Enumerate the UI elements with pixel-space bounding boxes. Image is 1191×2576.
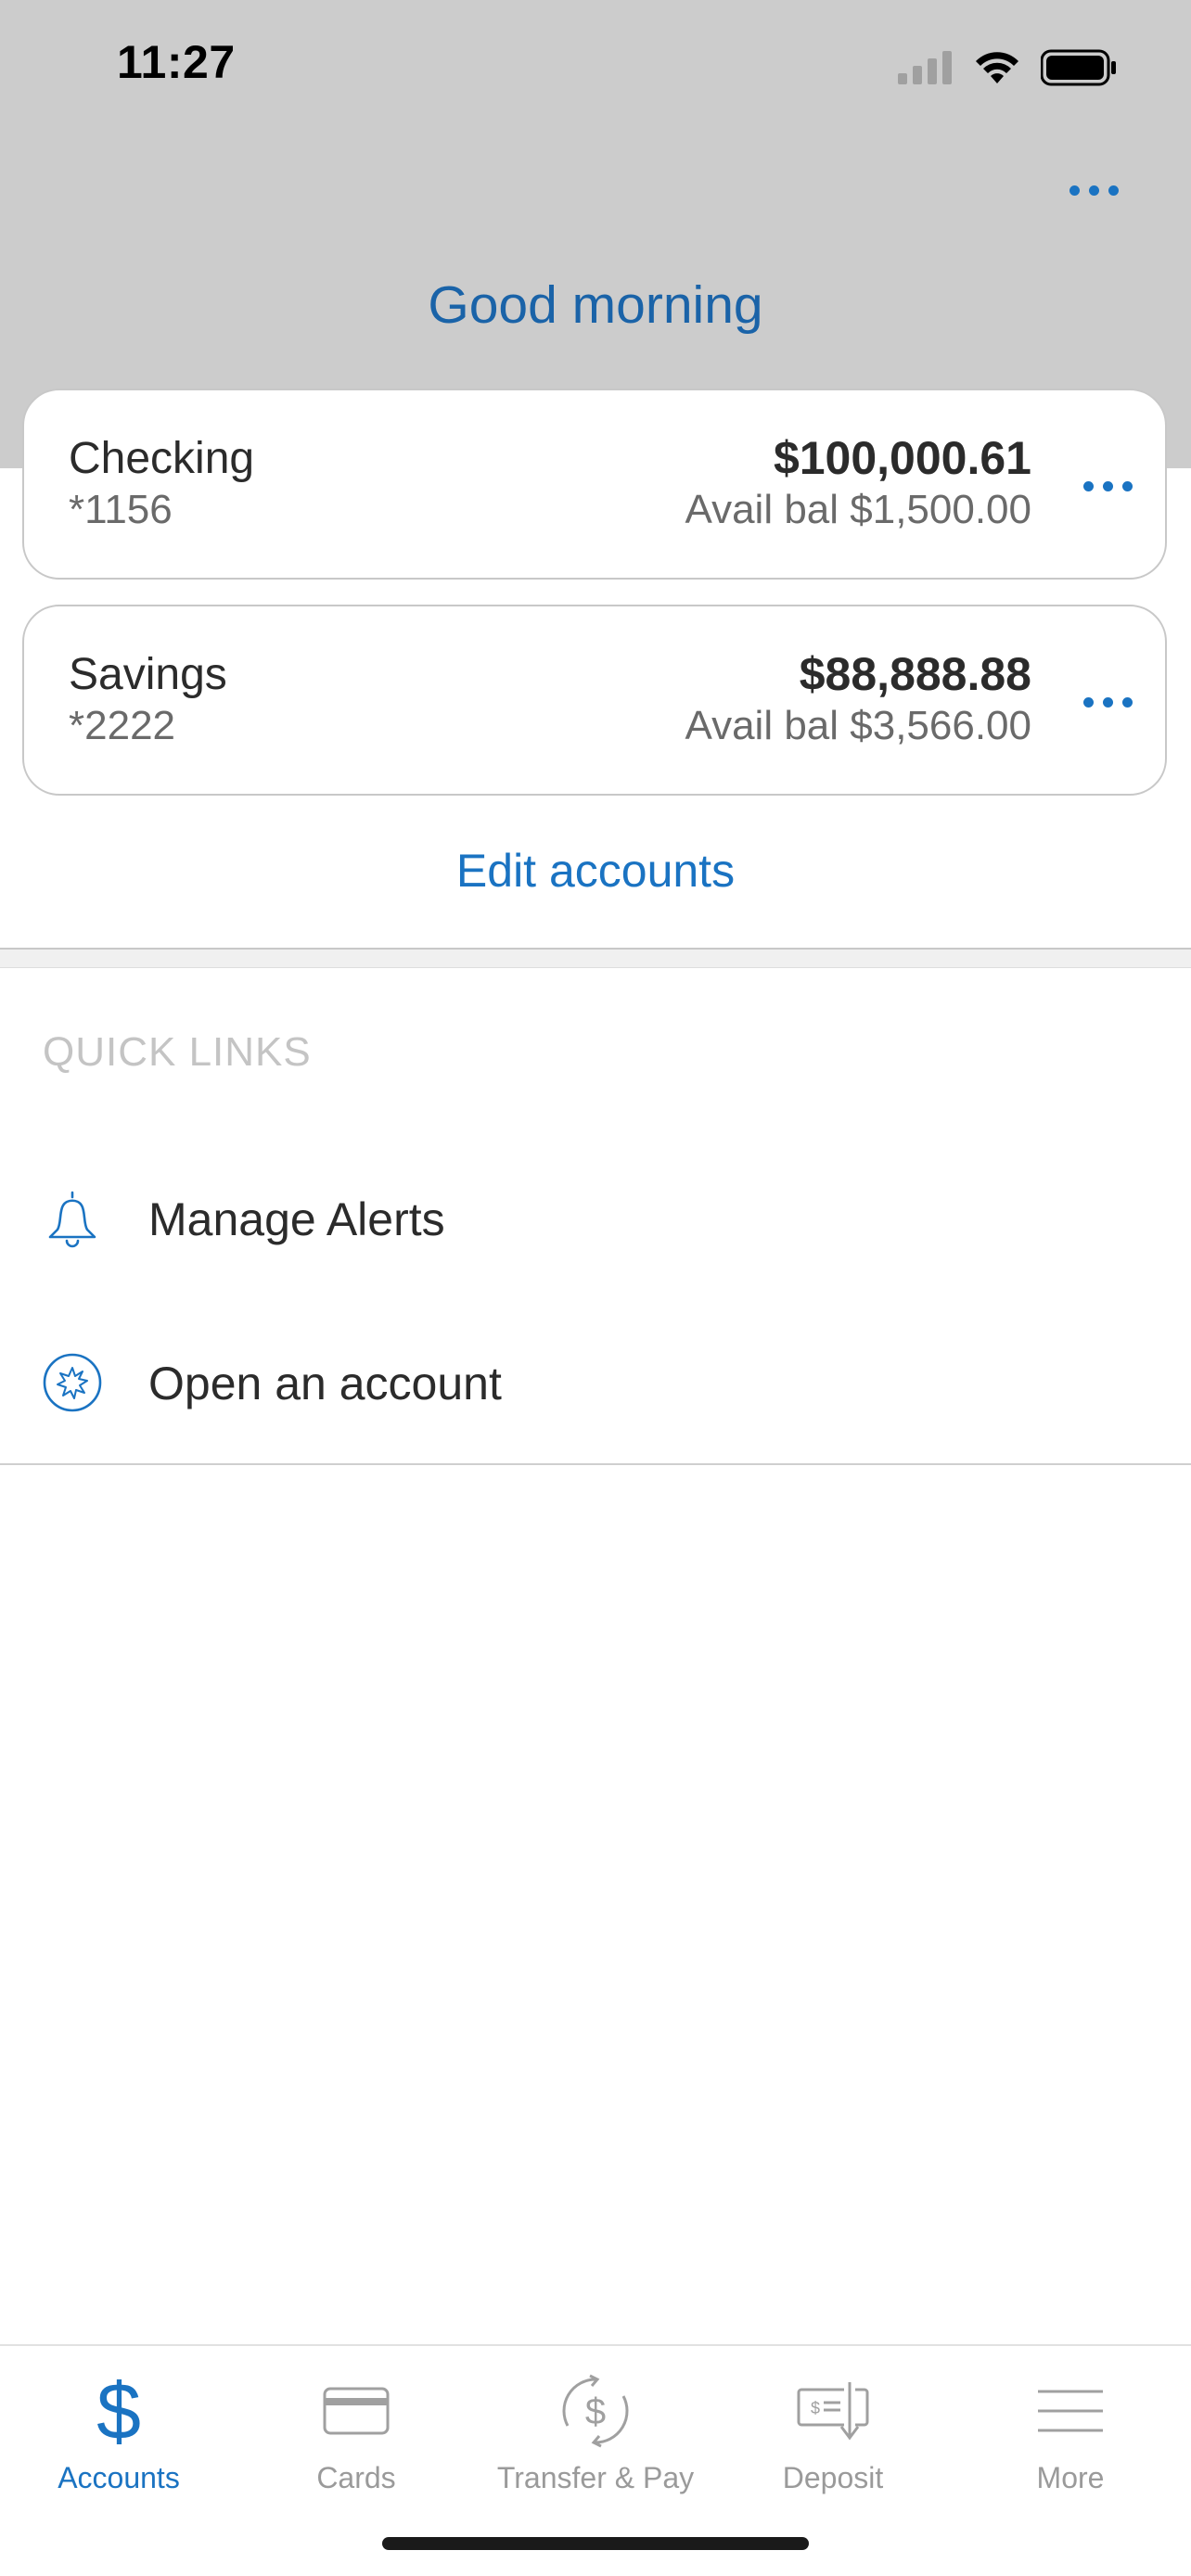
account-card-savings[interactable]: Savings *2222 $88,888.88 Avail bal $3,56… [22, 605, 1167, 796]
account-balance: $88,888.88 [799, 648, 1031, 700]
home-indicator[interactable] [382, 2537, 809, 2550]
wifi-icon [976, 52, 1018, 83]
account-available-balance: Avail bal $1,500.00 [685, 487, 1031, 532]
quick-link-open-account[interactable]: Open an account [0, 1327, 1191, 1438]
tab-label: Accounts [58, 2461, 180, 2494]
svg-text:$: $ [811, 2399, 820, 2417]
tab-cards[interactable]: Cards [237, 2346, 475, 2494]
transfer-icon: $ [562, 2374, 629, 2448]
account-number: *1156 [69, 487, 173, 532]
status-icons [898, 45, 1117, 91]
quick-link-label: Open an account [148, 1358, 502, 1409]
svg-text:$: $ [585, 2391, 606, 2432]
more-dots-icon [1082, 696, 1133, 708]
tab-deposit[interactable]: $ Deposit [714, 2346, 952, 2494]
quick-links-divider [0, 1463, 1191, 1465]
more-dots-icon [1082, 480, 1133, 491]
greeting-title: Good morning [428, 275, 763, 335]
tab-transfer-pay[interactable]: $ Transfer & Pay [477, 2346, 714, 2494]
tab-label: Cards [316, 2461, 396, 2494]
account-available-balance: Avail bal $3,566.00 [685, 703, 1031, 748]
account-more-button[interactable] [1078, 679, 1137, 725]
account-card-checking[interactable]: Checking *1156 $100,000.61 Avail bal $1,… [22, 389, 1167, 580]
account-name: Savings [69, 650, 227, 699]
deposit-check-icon: $ [797, 2382, 869, 2441]
svg-text:$: $ [96, 2372, 141, 2450]
bell-icon [48, 1191, 96, 1248]
account-balance: $100,000.61 [773, 432, 1031, 484]
status-time: 11:27 [117, 36, 236, 88]
cellular-signal-icon [898, 51, 952, 84]
quick-links-title: QUICK LINKS [43, 1029, 312, 1075]
quick-link-manage-alerts[interactable]: Manage Alerts [0, 1163, 1191, 1274]
edit-accounts-link[interactable]: Edit accounts [0, 844, 1191, 898]
more-dots-icon [1069, 185, 1119, 196]
account-more-button[interactable] [1078, 463, 1137, 509]
section-divider [0, 948, 1191, 968]
tab-more[interactable]: More [952, 2346, 1189, 2494]
tab-accounts[interactable]: $ Accounts [0, 2346, 237, 2494]
tab-label: Deposit [782, 2461, 884, 2494]
tab-label: More [1036, 2461, 1105, 2494]
account-name: Checking [69, 434, 255, 483]
quick-link-label: Manage Alerts [148, 1193, 445, 1245]
account-number: *2222 [69, 703, 176, 748]
tab-label: Transfer & Pay [496, 2461, 695, 2494]
header-more-button[interactable] [1061, 167, 1126, 213]
open-account-icon [43, 1353, 102, 1412]
card-icon [323, 2387, 390, 2435]
battery-icon [1041, 49, 1116, 86]
menu-icon [1038, 2390, 1103, 2432]
dollar-icon: $ [96, 2372, 141, 2450]
